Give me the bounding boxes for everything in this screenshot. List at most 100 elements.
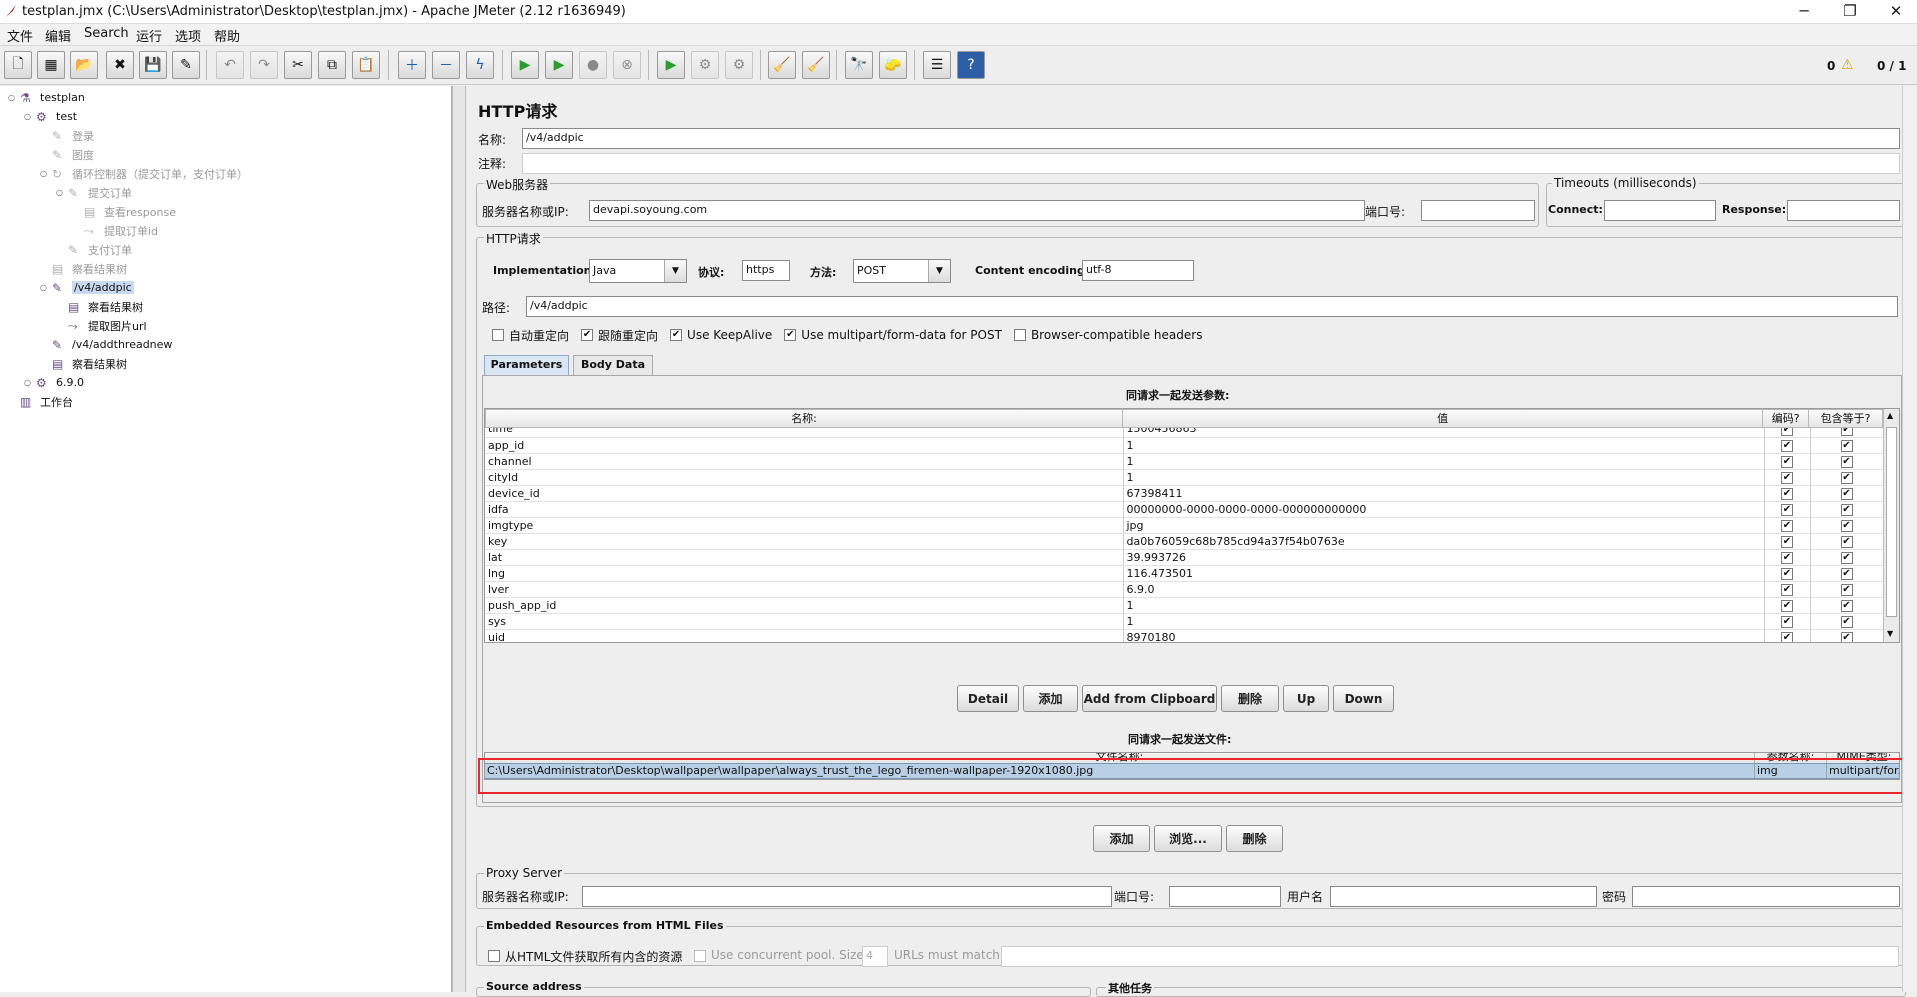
clear-icon[interactable]: 🧹: [768, 51, 796, 79]
include-equals-checkbox[interactable]: ✔: [1840, 616, 1853, 628]
param-row[interactable]: lng 116.473501 ✔ ✔: [485, 565, 1883, 582]
tree-node[interactable]: ○ ✎ 提交订单: [0, 183, 450, 202]
close-file-icon[interactable]: ✖: [106, 51, 134, 79]
proxy-port-field[interactable]: [1169, 886, 1281, 907]
server-field[interactable]: devapi.soyoung.com: [589, 200, 1365, 221]
param-row[interactable]: sys 1 ✔ ✔: [485, 613, 1883, 630]
tree-node[interactable]: ○ ↻ 循环控制器（提交订单，支付订单）: [0, 164, 450, 183]
tab-parameters[interactable]: Parameters: [484, 355, 569, 375]
param-value[interactable]: jpg: [1123, 517, 1765, 534]
tree-node[interactable]: ▥ 工作台: [0, 392, 450, 411]
option-checkbox[interactable]: ✔: [581, 329, 594, 341]
encode-checkbox[interactable]: ✔: [1781, 600, 1793, 612]
param-value[interactable]: 00000000-0000-0000-0000-000000000000: [1123, 501, 1765, 518]
menu-search[interactable]: Search: [84, 26, 129, 41]
param-name[interactable]: uid: [485, 629, 1124, 642]
urls-match-field[interactable]: [1001, 946, 1899, 967]
start-icon[interactable]: ▶: [511, 51, 539, 79]
close-button[interactable]: ✕: [1873, 0, 1917, 24]
tree-expand-handle[interactable]: ○: [40, 283, 52, 292]
param-value[interactable]: da0b76059c68b785cd94a37f54b0763e: [1123, 533, 1765, 550]
tree-node[interactable]: ⤳ 提取图片url: [0, 316, 450, 335]
include-equals-checkbox[interactable]: ✔: [1840, 552, 1853, 564]
param-value[interactable]: 39.993726: [1123, 549, 1765, 566]
redo-icon[interactable]: ↷: [250, 51, 278, 79]
param-name[interactable]: app_id: [485, 437, 1124, 454]
menu-run[interactable]: 运行: [136, 26, 162, 45]
templates-icon[interactable]: ▦: [37, 51, 65, 79]
implementation-select[interactable]: Java ▼: [589, 259, 687, 283]
remote-shutdown-icon[interactable]: ⚙: [725, 51, 753, 79]
tree-node[interactable]: ○ ⚗ testplan: [0, 88, 450, 107]
save-as-icon[interactable]: ✎: [172, 51, 200, 79]
scroll-up-icon[interactable]: ▲: [1887, 411, 1893, 420]
remote-stop-icon[interactable]: ⚙: [691, 51, 719, 79]
param-value[interactable]: 1: [1123, 613, 1765, 630]
encode-checkbox[interactable]: ✔: [1781, 504, 1793, 516]
search-icon[interactable]: 🔭: [845, 51, 873, 79]
file-button[interactable]: 添加: [1093, 825, 1150, 852]
collapse-icon[interactable]: －: [432, 51, 460, 79]
menu-file[interactable]: 文件: [7, 26, 33, 45]
tree-expand-handle[interactable]: ○: [24, 112, 36, 121]
concurrent-pool-checkbox[interactable]: [694, 950, 706, 962]
comment-field[interactable]: [522, 153, 1900, 174]
param-row[interactable]: app_id 1 ✔ ✔: [485, 437, 1883, 454]
menu-help[interactable]: 帮助: [214, 26, 240, 45]
tree-node[interactable]: ✎ /v4/addthreadnew: [0, 335, 450, 354]
tree-expand-handle[interactable]: ○: [24, 378, 36, 387]
protocol-field[interactable]: https: [742, 260, 790, 281]
include-equals-checkbox[interactable]: ✔: [1840, 568, 1853, 580]
port-field[interactable]: [1421, 200, 1535, 221]
open-icon[interactable]: 📂: [70, 51, 98, 79]
tree-node[interactable]: ✎ 支付订单: [0, 240, 450, 259]
response-field[interactable]: [1787, 200, 1900, 221]
undo-icon[interactable]: ↶: [216, 51, 244, 79]
maximize-button[interactable]: ❐: [1827, 0, 1873, 24]
tree-node[interactable]: ✎ 图度: [0, 145, 450, 164]
param-button[interactable]: 删除: [1221, 685, 1279, 712]
tree-node[interactable]: ○ ⚙ 6.9.0: [0, 373, 450, 392]
tree-node[interactable]: ○ ✎ /v4/addpic: [0, 278, 450, 297]
tree-node[interactable]: ▤ 查看response: [0, 202, 450, 221]
param-value[interactable]: 67398411: [1123, 485, 1765, 502]
encode-checkbox[interactable]: ✔: [1781, 616, 1793, 628]
proxy-password-field[interactable]: [1632, 886, 1900, 907]
proxy-server-field[interactable]: [582, 886, 1112, 907]
param-row[interactable]: key da0b76059c68b785cd94a37f54b0763e ✔ ✔: [485, 533, 1883, 550]
cut-icon[interactable]: ✂: [284, 51, 312, 79]
tree-node[interactable]: ▤ 察看结果树: [0, 259, 450, 278]
encode-checkbox[interactable]: ✔: [1781, 568, 1793, 580]
param-row[interactable]: push_app_id 1 ✔ ✔: [485, 597, 1883, 614]
tab-body-data[interactable]: Body Data: [573, 355, 653, 375]
encode-checkbox[interactable]: ✔: [1781, 552, 1793, 564]
minimize-button[interactable]: ─: [1781, 0, 1827, 24]
include-equals-checkbox[interactable]: ✔: [1840, 456, 1853, 468]
param-value[interactable]: 1: [1123, 597, 1765, 614]
pane-splitter[interactable]: [452, 86, 466, 992]
param-name[interactable]: device_id: [485, 485, 1124, 502]
include-equals-checkbox[interactable]: ✔: [1840, 584, 1853, 596]
param-row[interactable]: lat 39.993726 ✔ ✔: [485, 549, 1883, 566]
proxy-user-field[interactable]: [1330, 886, 1597, 907]
shutdown-icon[interactable]: ⊗: [613, 51, 641, 79]
param-row[interactable]: uid 8970180 ✔ ✔: [485, 629, 1883, 642]
include-equals-checkbox[interactable]: ✔: [1840, 472, 1853, 484]
param-value[interactable]: 8970180: [1123, 629, 1765, 642]
param-name[interactable]: lat: [485, 549, 1124, 566]
menu-options[interactable]: 选项: [175, 26, 201, 45]
fetch-resources-checkbox[interactable]: [488, 950, 500, 962]
param-name[interactable]: cityId: [485, 469, 1124, 486]
scroll-down-icon[interactable]: ▼: [1887, 629, 1893, 638]
tree-expand-handle[interactable]: ○: [8, 93, 20, 102]
remote-start-icon[interactable]: ▶: [657, 51, 685, 79]
connect-field[interactable]: [1604, 200, 1716, 221]
clear-all-icon[interactable]: 🧹: [802, 51, 830, 79]
encode-checkbox[interactable]: ✔: [1781, 472, 1793, 484]
toggle-icon[interactable]: ϟ: [466, 51, 494, 79]
include-equals-checkbox[interactable]: ✔: [1840, 520, 1853, 532]
include-equals-checkbox[interactable]: ✔: [1840, 440, 1853, 452]
params-scrollbar[interactable]: ▲ ▼: [1883, 409, 1899, 642]
path-field[interactable]: /v4/addpic: [526, 296, 1898, 317]
tree-node[interactable]: ✎ 登录: [0, 126, 450, 145]
